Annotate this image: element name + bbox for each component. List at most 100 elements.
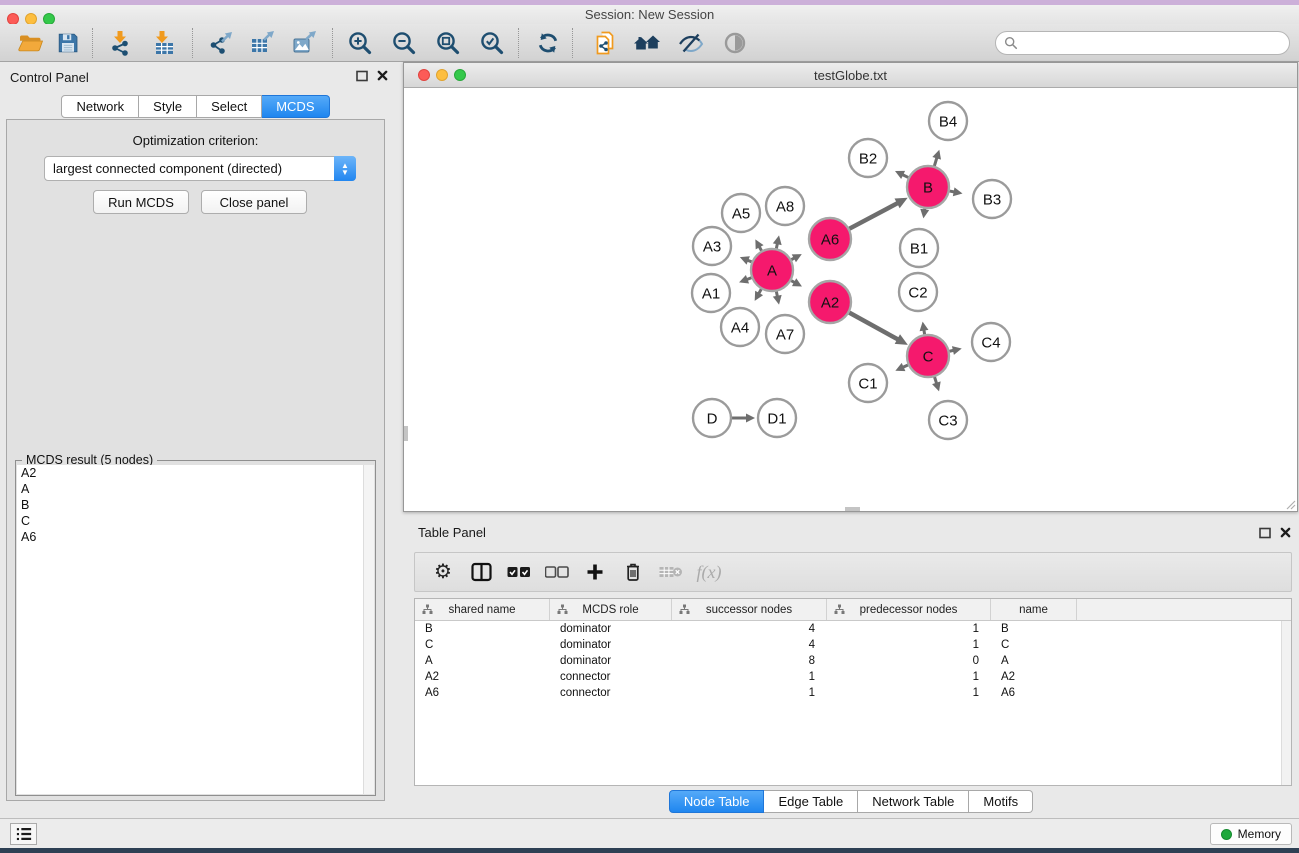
graph-node-A1[interactable]: A1 (692, 274, 730, 312)
table-cell[interactable]: A6 (415, 685, 550, 701)
optimization-criterion-dropdown[interactable]: largest connected component (directed) ▲… (44, 156, 356, 181)
import-table-icon[interactable] (148, 29, 178, 57)
table-cell[interactable]: 1 (827, 669, 991, 685)
table-cell[interactable]: dominator (550, 621, 672, 637)
birdseye-icon[interactable] (720, 29, 750, 57)
table-cell[interactable]: 1 (827, 685, 991, 701)
column-visibility-icon[interactable] (463, 556, 499, 588)
graph-node-C2[interactable]: C2 (899, 273, 937, 311)
tab-network-table[interactable]: Network Table (858, 790, 969, 813)
zoom-fit-icon[interactable] (433, 29, 463, 57)
graph-node-B3[interactable]: B3 (973, 180, 1011, 218)
close-panel-icon[interactable] (375, 69, 389, 82)
graph-node-A2[interactable]: A2 (809, 281, 851, 323)
table-cell[interactable]: dominator (550, 653, 672, 669)
table-cell[interactable]: B (415, 621, 550, 637)
export-network-icon[interactable] (206, 29, 236, 57)
column-header-predecessor-nodes[interactable]: predecessor nodes (827, 599, 991, 620)
resize-grip-icon[interactable] (1284, 498, 1296, 510)
graph-node-A5[interactable]: A5 (722, 194, 760, 232)
duplicate-network-icon[interactable] (591, 29, 621, 57)
run-mcds-button[interactable]: Run MCDS (93, 190, 189, 214)
search-field[interactable] (995, 31, 1290, 55)
graph-node-D1[interactable]: D1 (758, 399, 796, 437)
graph-node-A8[interactable]: A8 (766, 187, 804, 225)
zoom-out-icon[interactable] (389, 29, 419, 57)
column-header-MCDS-role[interactable]: MCDS role (550, 599, 672, 620)
deselect-all-rows-icon[interactable] (539, 556, 575, 588)
graph-node-A3[interactable]: A3 (693, 227, 731, 265)
table-cell[interactable]: A2 (991, 669, 1077, 685)
float-panel-icon[interactable] (355, 69, 369, 82)
delete-table-icon[interactable] (653, 556, 689, 588)
table-scrollbar[interactable] (1281, 621, 1291, 785)
close-table-panel-icon[interactable] (1278, 526, 1292, 539)
table-row[interactable]: A6connector11A6 (415, 685, 1291, 701)
function-builder-icon[interactable]: f(x) (691, 556, 727, 588)
tab-mcds[interactable]: MCDS (262, 95, 329, 118)
refresh-layout-icon[interactable] (533, 29, 563, 57)
tab-motifs[interactable]: Motifs (969, 790, 1033, 813)
import-network-icon[interactable] (106, 29, 136, 57)
mcds-result-item[interactable]: A (17, 481, 363, 497)
table-cell[interactable]: 1 (827, 621, 991, 637)
mcds-result-item[interactable]: A2 (17, 465, 363, 481)
table-cell[interactable]: B (991, 621, 1077, 637)
table-cell[interactable]: 4 (672, 621, 827, 637)
tab-node-table[interactable]: Node Table (669, 790, 765, 813)
column-header-shared-name[interactable]: shared name (415, 599, 550, 620)
table-cell[interactable]: 1 (672, 669, 827, 685)
graph-node-B[interactable]: B (907, 166, 949, 208)
splitter-handle[interactable] (845, 507, 860, 511)
graph-node-C4[interactable]: C4 (972, 323, 1010, 361)
export-image-icon[interactable] (290, 29, 320, 57)
table-cell[interactable]: 0 (827, 653, 991, 669)
table-cell[interactable]: C (415, 637, 550, 653)
graph-node-B1[interactable]: B1 (900, 229, 938, 267)
result-list-scrollbar[interactable] (363, 465, 374, 794)
splitter-handle[interactable] (404, 426, 408, 441)
memory-button[interactable]: Memory (1210, 823, 1292, 845)
mcds-result-item[interactable]: B (17, 497, 363, 513)
close-panel-button[interactable]: Close panel (201, 190, 307, 214)
task-history-list-icon[interactable] (10, 823, 37, 845)
graph-node-D[interactable]: D (693, 399, 731, 437)
tab-edge-table[interactable]: Edge Table (764, 790, 858, 813)
mcds-result-item[interactable]: A6 (17, 529, 363, 545)
graph-node-A7[interactable]: A7 (766, 315, 804, 353)
table-row[interactable]: Adominator80A (415, 653, 1291, 669)
table-cell[interactable]: A (991, 653, 1077, 669)
tab-style[interactable]: Style (139, 95, 197, 118)
table-cell[interactable]: A2 (415, 669, 550, 685)
table-settings-gear-icon[interactable]: ⚙ (425, 556, 461, 588)
tab-select[interactable]: Select (197, 95, 262, 118)
mcds-result-item[interactable]: C (17, 513, 363, 529)
open-file-icon[interactable] (16, 29, 46, 57)
zoom-selected-icon[interactable] (477, 29, 507, 57)
table-row[interactable]: A2connector11A2 (415, 669, 1291, 685)
table-row[interactable]: Cdominator41C (415, 637, 1291, 653)
graph-node-B2[interactable]: B2 (849, 139, 887, 177)
hide-glasses-icon[interactable] (676, 29, 706, 57)
graph-node-C1[interactable]: C1 (849, 364, 887, 402)
table-cell[interactable]: A6 (991, 685, 1077, 701)
add-column-plus-icon[interactable] (577, 556, 613, 588)
home-icon[interactable] (632, 29, 662, 57)
table-cell[interactable]: A (415, 653, 550, 669)
save-session-icon[interactable] (53, 29, 83, 57)
float-table-panel-icon[interactable] (1258, 526, 1272, 539)
table-cell[interactable]: 4 (672, 637, 827, 653)
zoom-in-icon[interactable] (345, 29, 375, 57)
table-cell[interactable]: connector (550, 685, 672, 701)
select-all-rows-icon[interactable] (501, 556, 537, 588)
graph-node-C3[interactable]: C3 (929, 401, 967, 439)
table-cell[interactable]: 1 (672, 685, 827, 701)
table-cell[interactable]: C (991, 637, 1077, 653)
table-cell[interactable]: 1 (827, 637, 991, 653)
table-cell[interactable]: 8 (672, 653, 827, 669)
graph-node-A6[interactable]: A6 (809, 218, 851, 260)
column-header-name[interactable]: name (991, 599, 1077, 620)
graph-node-B4[interactable]: B4 (929, 102, 967, 140)
tab-network[interactable]: Network (61, 95, 139, 118)
delete-column-trash-icon[interactable] (615, 556, 651, 588)
